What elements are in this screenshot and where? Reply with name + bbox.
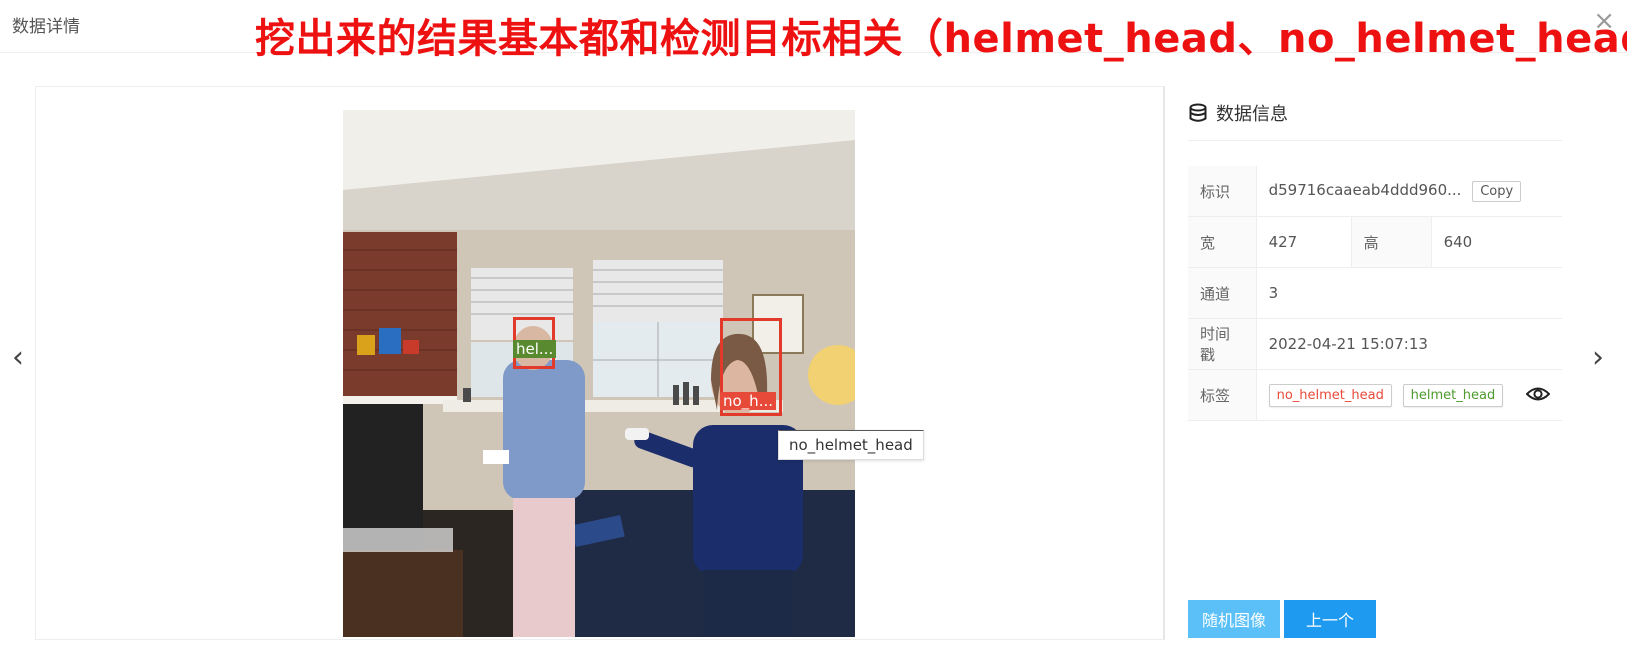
next-arrow-icon[interactable]: › [1592,340,1604,375]
info-row-id: 标识 d59716caaeab4ddd960... Copy [1188,166,1562,217]
timestamp-label: 时间戳 [1188,318,1257,370]
info-divider [1188,140,1562,141]
tag-helmet-head[interactable]: helmet_head [1402,383,1504,407]
info-row-channels: 通道 3 [1188,267,1562,319]
id-value: d59716caaeab4ddd960... [1268,180,1462,199]
width-label: 宽 [1188,216,1257,268]
tags-label: 标签 [1188,369,1257,421]
bbox-label-helmet-head: hel... [513,340,557,358]
channels-label: 通道 [1188,267,1257,319]
info-row-size: 宽 427 高 640 [1188,216,1562,268]
height-label: 高 [1351,216,1432,268]
info-row-timestamp: 时间戳 2022-04-21 15:07:13 [1188,318,1562,370]
eye-icon[interactable] [1525,385,1551,403]
width-value: 427 [1256,216,1352,268]
channels-value: 3 [1256,267,1562,319]
database-icon [1189,103,1207,122]
random-image-button[interactable]: 随机图像 [1188,600,1281,638]
info-table: 标识 d59716caaeab4ddd960... Copy 宽 427 高 6… [1188,166,1562,421]
bbox-label-no-helmet-head: no_h... [720,392,776,410]
bbox-no-helmet-head[interactable]: no_h... [720,318,782,416]
tag-no-helmet-head[interactable]: no_helmet_head [1268,383,1392,407]
bbox-tooltip: no_helmet_head [778,430,924,460]
id-cell: d59716caaeab4ddd960... Copy [1256,166,1562,217]
info-row-tags: 标签 no_helmet_head helmet_head [1188,369,1562,421]
copy-button[interactable]: Copy [1472,180,1522,202]
previous-button[interactable]: 上一个 [1284,600,1377,638]
id-label: 标识 [1188,166,1257,217]
info-title-label: 数据信息 [1216,104,1288,125]
height-value: 640 [1431,216,1562,268]
annotation-banner: 挖出来的结果基本都和检测目标相关（helmet_head、no_helmet_h… [255,16,1627,62]
info-title: 数据信息 [1188,100,1288,126]
dialog-title: 数据详情 [12,17,80,37]
bbox-helmet-head[interactable]: hel... [513,317,557,369]
prev-arrow-icon[interactable]: ‹ [12,340,24,375]
timestamp-value: 2022-04-21 15:07:13 [1256,318,1562,370]
sample-image[interactable]: hel... no_h... [343,110,855,637]
tags-cell: no_helmet_head helmet_head [1256,369,1562,421]
